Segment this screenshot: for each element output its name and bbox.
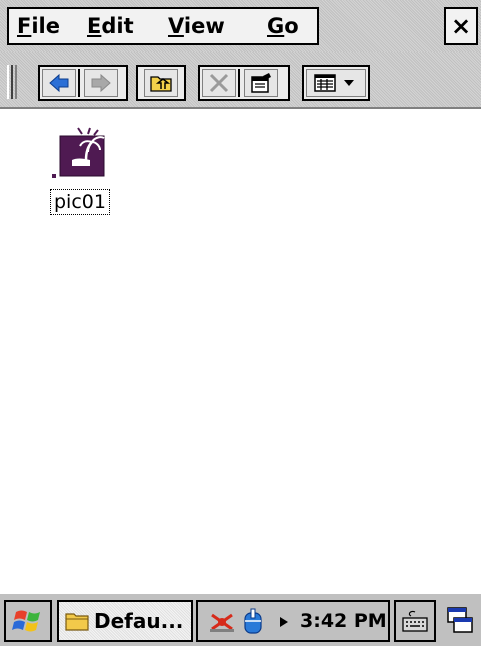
clock[interactable]: 3:42 PM — [300, 602, 387, 640]
close-button[interactable]: × — [444, 7, 478, 45]
toolbar-grip[interactable] — [7, 65, 17, 99]
menu-file[interactable]: File — [17, 15, 60, 37]
menu-view[interactable]: View — [168, 15, 225, 37]
toolbar-divider — [78, 69, 80, 97]
menu-panel: File Edit View Go — [7, 7, 319, 45]
menu-go[interactable]: Go — [267, 15, 299, 37]
back-icon — [49, 73, 69, 93]
menu-edit[interactable]: Edit — [87, 15, 134, 37]
keyboard-icon — [402, 610, 428, 632]
dropdown-arrow-icon — [344, 80, 354, 86]
menu-bar: File Edit View Go × — [0, 0, 481, 52]
folder-icon — [65, 613, 89, 631]
properties-icon — [251, 73, 271, 93]
nav-button-group — [38, 65, 128, 101]
image-file-icon — [52, 127, 105, 178]
view-mode-group — [302, 65, 370, 101]
up-folder-button[interactable] — [144, 69, 178, 97]
toolbar-divider — [238, 69, 240, 97]
forward-icon — [91, 73, 111, 93]
task-button-explorer[interactable]: Defau... — [57, 600, 193, 642]
delete-icon — [209, 73, 229, 93]
network-icon[interactable] — [208, 609, 236, 635]
forward-button[interactable] — [84, 69, 118, 97]
up-folder-icon — [150, 76, 172, 92]
file-list[interactable]: pic01 — [0, 109, 481, 592]
task-button-label: Defau... — [94, 609, 184, 633]
tray-arrow-icon[interactable] — [278, 615, 290, 629]
input-panel-button[interactable] — [394, 600, 436, 642]
taskbar: Defau... 3:42 PM — [0, 592, 481, 646]
edit-button-group — [198, 65, 290, 101]
windows-flag-icon — [12, 610, 40, 632]
view-mode-button[interactable] — [306, 69, 366, 97]
toolbar — [0, 52, 481, 109]
window-switch-button[interactable] — [441, 600, 479, 642]
usb-icon[interactable] — [242, 607, 264, 637]
view-mode-icon — [314, 74, 336, 92]
start-button[interactable] — [4, 600, 52, 642]
window-switch-icon — [447, 607, 473, 633]
file-name[interactable]: pic01 — [50, 189, 110, 215]
properties-button[interactable] — [244, 69, 278, 97]
delete-button[interactable] — [202, 69, 236, 97]
system-tray: 3:42 PM — [196, 600, 390, 642]
up-button-group — [136, 65, 186, 101]
back-button[interactable] — [42, 69, 76, 97]
